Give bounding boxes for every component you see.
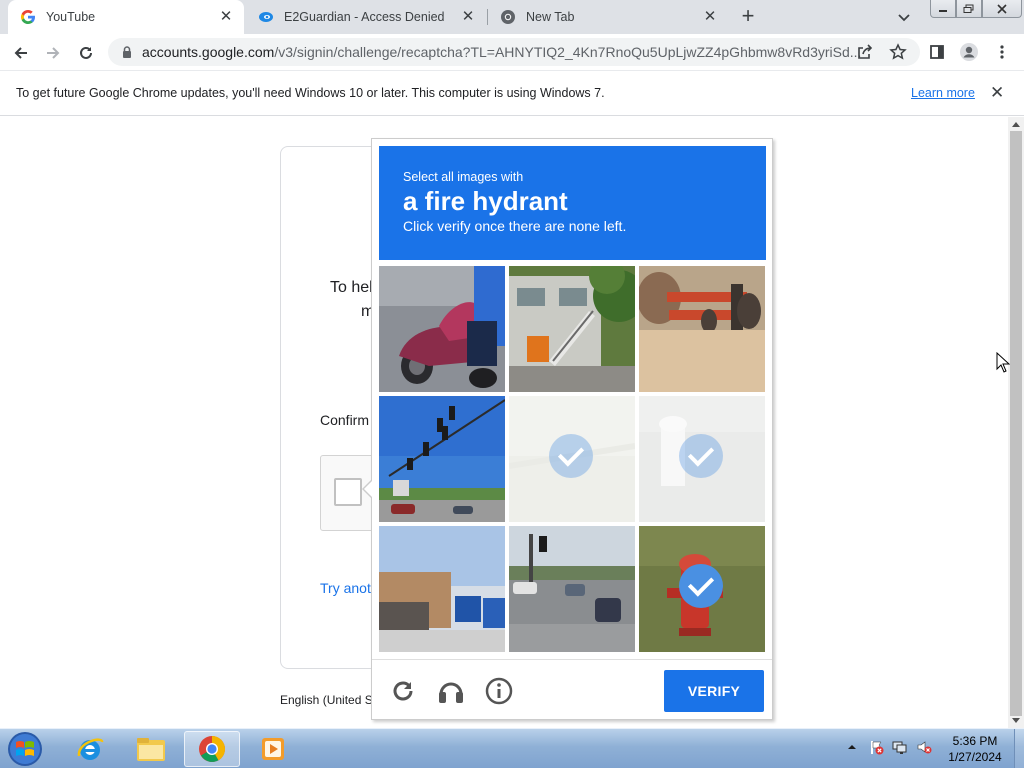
recaptcha-challenge: Select all images with a fire hydrant Cl… [362,138,773,720]
clock-date: 1/27/2024 [948,750,1002,764]
clock-time: 5:36 PM [952,734,998,748]
more-menu-icon[interactable] [989,39,1015,65]
tab-close-icon[interactable]: ✕ [218,9,234,25]
help-text-line1: To hel [330,279,373,296]
info-icon[interactable] [484,676,514,706]
audio-icon[interactable] [436,676,466,706]
e2guardian-icon [258,9,274,25]
update-infobar: To get future Google Chrome updates, you… [0,72,1024,116]
challenge-pointer-inner [364,480,373,498]
scroll-down-icon[interactable] [1012,718,1020,723]
share-icon[interactable] [852,39,878,65]
minimize-icon[interactable] [930,0,956,18]
tab-new-tab[interactable]: New Tab ✕ [488,0,728,34]
tab-e2guardian[interactable]: E2Guardian - Access Denied ✕ [246,0,486,34]
reload-icon[interactable] [73,40,99,66]
tile-selected-fire-hydrant[interactable] [639,526,765,652]
page-scrollbar[interactable] [1008,117,1024,728]
mouse-cursor-icon [996,351,1011,379]
checkmark-icon [679,564,723,608]
action-center-icon[interactable] [868,739,884,755]
back-arrow-icon[interactable] [8,40,34,66]
tile-motorcycle[interactable] [379,266,505,392]
file-explorer-icon[interactable] [123,731,179,767]
try-another-way-link[interactable]: Try anot [320,580,371,596]
challenge-header: Select all images with a fire hydrant Cl… [379,146,766,260]
chrome-icon [500,9,516,25]
window-controls [930,0,1022,18]
profile-avatar-icon[interactable] [956,39,982,65]
challenge-footer: VERIFY [372,659,772,720]
tab-close-icon[interactable]: ✕ [460,9,476,25]
verify-button[interactable]: VERIFY [664,670,764,712]
recaptcha-checkbox[interactable] [334,478,362,506]
volume-muted-icon[interactable] [916,739,932,755]
infobar-message: To get future Google Chrome updates, you… [16,86,605,100]
tile-selected-pavement[interactable] [509,396,635,522]
tile-street-bus[interactable] [379,526,505,652]
forward-arrow-icon[interactable] [40,40,66,66]
help-text-line2: m [361,303,375,320]
show-hidden-icon[interactable] [844,739,860,755]
tab-title: YouTube [46,10,96,24]
internet-explorer-icon[interactable] [62,731,118,767]
checkmark-icon [549,434,593,478]
chrome-icon[interactable] [184,731,240,767]
challenge-subtext: Click verify once there are none left. [403,218,627,234]
url-host: accounts.google.com [142,44,275,60]
show-desktop-button[interactable] [1014,729,1024,768]
learn-more-link[interactable]: Learn more [911,86,975,100]
checkmark-icon [679,434,723,478]
challenge-instruction: Select all images with [403,170,524,184]
close-icon[interactable] [982,0,1022,18]
tab-strip: YouTube ✕ E2Guardian - Access Denied ✕ N… [0,0,1024,34]
tab-title: E2Guardian - Access Denied [284,10,445,24]
address-bar[interactable]: accounts.google.com/v3/signin/challenge/… [108,38,920,66]
restore-icon[interactable] [956,0,982,18]
start-button[interactable] [4,730,46,768]
tile-machinery[interactable] [639,266,765,392]
challenge-image-grid [379,266,767,654]
tab-youtube[interactable]: YouTube ✕ [8,0,244,34]
language-selector[interactable]: English (United S [280,693,373,707]
google-g-icon [20,9,36,25]
tab-close-icon[interactable]: ✕ [702,9,718,25]
windows-taskbar: 5:36 PM 1/27/2024 [0,728,1024,768]
tile-building-stairs[interactable] [509,266,635,392]
browser-toolbar: accounts.google.com/v3/signin/challenge/… [0,34,1024,71]
side-panel-icon[interactable] [924,39,950,65]
tile-road-traffic[interactable] [509,526,635,652]
lock-icon[interactable] [120,45,134,59]
system-tray [844,739,932,755]
confirm-label: Confirm [320,412,370,428]
infobar-close-icon[interactable]: ✕ [990,84,1004,102]
url-text: accounts.google.com/v3/signin/challenge/… [142,44,920,60]
scroll-up-icon[interactable] [1012,122,1020,127]
tile-selected-faded-hydrant[interactable] [639,396,765,522]
media-player-icon[interactable] [245,731,301,767]
reload-icon[interactable] [388,676,418,706]
new-tab-button[interactable]: + [736,5,760,29]
tile-traffic-lights[interactable] [379,396,505,522]
scrollbar-thumb[interactable] [1010,131,1022,716]
taskbar-clock[interactable]: 5:36 PM 1/27/2024 [940,733,1010,765]
tab-title: New Tab [526,10,575,24]
challenge-object: a fire hydrant [403,186,568,216]
bookmark-star-icon[interactable] [885,39,911,65]
chevron-down-icon[interactable] [895,8,913,26]
help-text: To hel m [330,276,374,324]
url-path: /v3/signin/challenge/recaptcha?TL=AHNYTI… [274,44,862,60]
network-icon[interactable] [892,739,908,755]
